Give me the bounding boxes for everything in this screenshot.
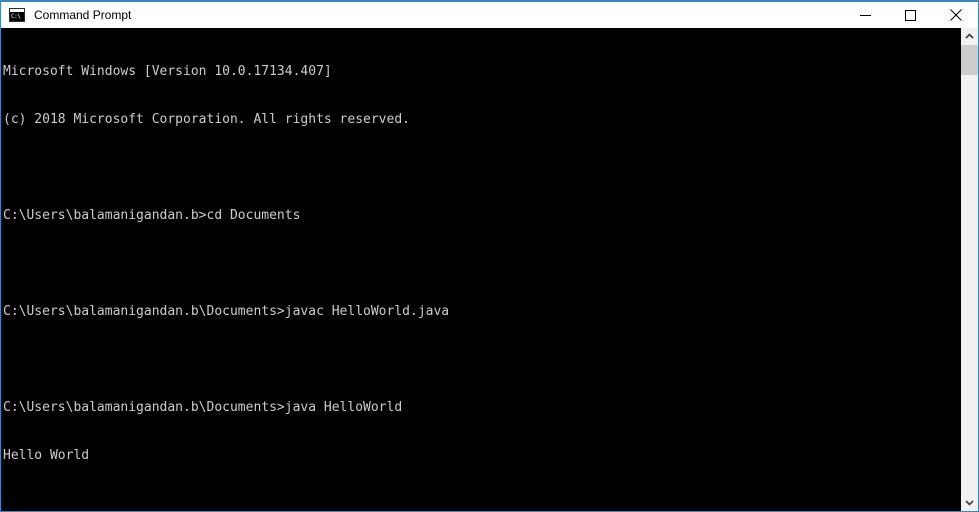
maximize-button[interactable]	[888, 2, 933, 28]
console-line: C:\Users\balamanigandan.b\Documents>java…	[3, 400, 403, 415]
console-line: Microsoft Windows [Version 10.0.17134.40…	[3, 64, 332, 79]
scrollbar-down-button[interactable]	[961, 494, 978, 511]
console-line: C:\Users\balamanigandan.b>cd Documents	[3, 208, 301, 223]
close-button[interactable]	[933, 2, 978, 28]
icon-prompt-text: C:\	[11, 13, 21, 20]
vertical-scrollbar[interactable]	[960, 28, 978, 511]
maximize-icon	[905, 9, 916, 21]
scrollbar-track[interactable]	[961, 45, 978, 494]
console-output[interactable]: Microsoft Windows [Version 10.0.17134.40…	[1, 28, 960, 511]
console-line: (c) 2018 Microsoft Corporation. All righ…	[3, 112, 410, 127]
window-controls	[843, 2, 978, 28]
command-prompt-icon: C:\	[9, 8, 25, 22]
console-line: C:\Users\balamanigandan.b\Documents>java…	[3, 304, 450, 319]
title-bar[interactable]: C:\ Command Prompt	[1, 2, 978, 28]
icon-title-strip	[10, 9, 24, 12]
chevron-up-icon	[965, 33, 974, 39]
close-icon	[949, 9, 962, 21]
window-title: Command Prompt	[34, 8, 132, 22]
minimize-icon	[860, 14, 871, 16]
scrollbar-up-button[interactable]	[961, 28, 978, 45]
console-area: Microsoft Windows [Version 10.0.17134.40…	[1, 28, 978, 511]
scrollbar-thumb[interactable]	[961, 45, 978, 75]
console-line: Hello World	[3, 448, 90, 463]
command-prompt-window: C:\ Command Prompt Microsoft Windows [Ve…	[0, 0, 979, 512]
title-bar-left: C:\ Command Prompt	[1, 2, 131, 28]
chevron-down-icon	[965, 500, 974, 506]
minimize-button[interactable]	[843, 2, 888, 28]
